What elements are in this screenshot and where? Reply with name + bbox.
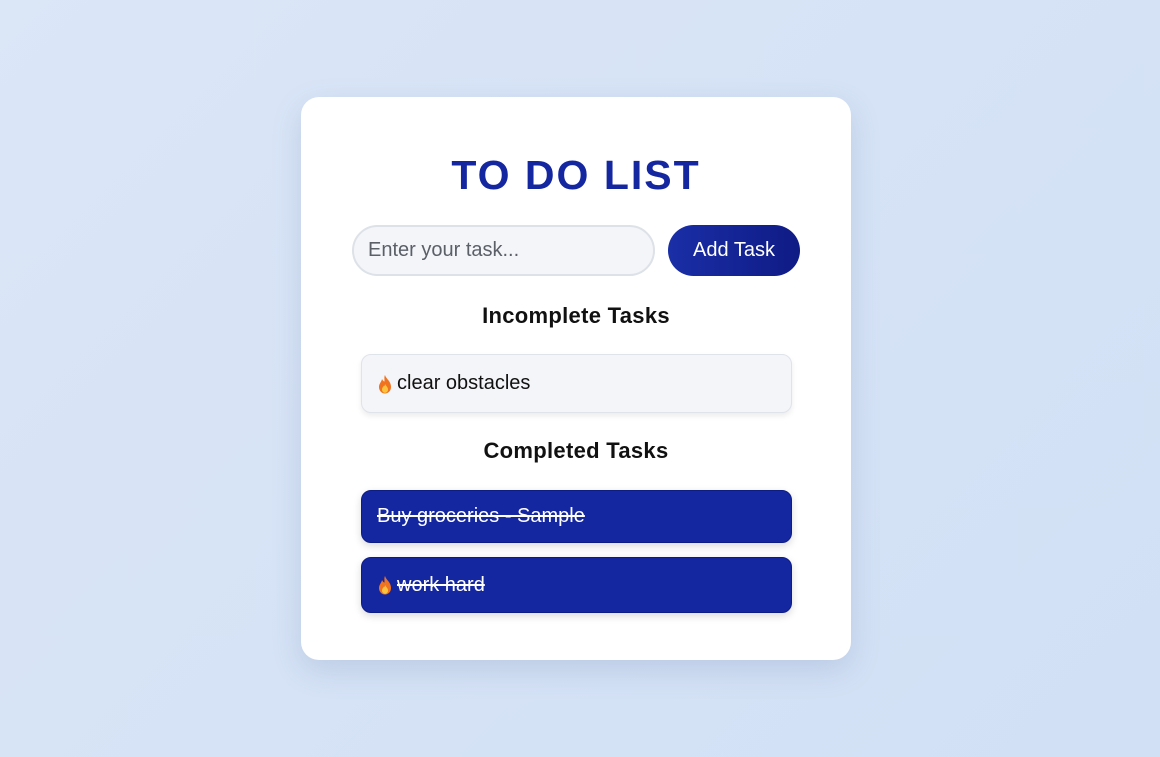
incomplete-task-item[interactable]: clear obstacles	[361, 354, 792, 413]
task-text: work hard	[397, 573, 485, 596]
task-input[interactable]	[352, 225, 655, 276]
todo-card: TO DO LIST Add Task Incomplete Tasks cle…	[301, 97, 851, 660]
completed-task-item[interactable]: work hard	[361, 557, 792, 613]
completed-tasks-heading: Completed Tasks	[483, 438, 669, 463]
add-task-button[interactable]: Add Task	[668, 225, 800, 276]
completed-task-item[interactable]: Buy groceries - Sample	[361, 490, 792, 543]
task-text: Buy groceries - Sample	[377, 505, 585, 527]
fire-icon	[379, 576, 391, 595]
incomplete-tasks-heading: Incomplete Tasks	[482, 303, 670, 328]
task-text: clear obstacles	[397, 372, 531, 394]
page-title: TO DO LIST	[451, 152, 701, 198]
fire-icon	[379, 374, 391, 393]
